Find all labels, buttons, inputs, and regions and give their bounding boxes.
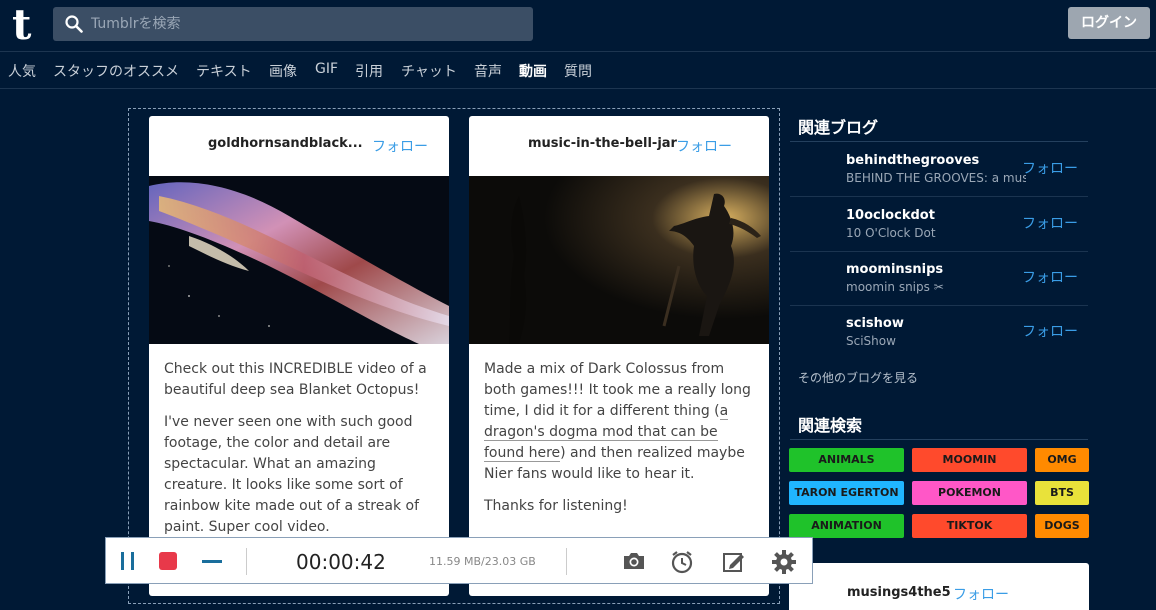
post-body: Made a mix of Dark Colossus from both ga… [484, 359, 756, 528]
post-card: music-in-the-bell-jar フォロー Made a mix of… [469, 116, 769, 596]
blog-name[interactable]: 10oclockdot [846, 208, 935, 223]
follow-button[interactable]: フォロー [1022, 321, 1078, 341]
blog-description: moomin snips ✂ [846, 280, 944, 294]
divider [790, 141, 1088, 142]
nav-item-asks[interactable]: 質問 [564, 61, 592, 81]
related-search-title: 関連検索 [798, 416, 863, 435]
tag-dogs[interactable]: DOGS [1035, 514, 1089, 538]
recording-timer: 00:00:42 [296, 550, 386, 574]
blog-description: BEHIND THE GROOVES: a music [846, 171, 1026, 185]
follow-button[interactable]: フォロー [372, 136, 428, 156]
post-paragraph: Check out this INCREDIBLE video of a bea… [164, 361, 427, 398]
camera-icon[interactable] [621, 550, 647, 576]
search-box[interactable] [53, 7, 533, 41]
nav-item-staff-picks[interactable]: スタッフのオススメ [53, 61, 179, 81]
post-card: goldhornsandblack... フォロー Check out this… [149, 116, 449, 596]
minimize-icon[interactable] [201, 551, 223, 575]
tag-pokemon[interactable]: POKEMON [912, 481, 1027, 505]
post-header: music-in-the-bell-jar フォロー [469, 116, 769, 176]
post-text: Made a mix of Dark Colossus from both ga… [484, 361, 751, 419]
nav-item-video[interactable]: 動画 [519, 61, 547, 81]
related-blog-item[interactable]: 10oclockdot 10 O'Clock Dot フォロー [790, 198, 1088, 252]
tag-moomin[interactable]: MOOMIN [912, 448, 1027, 472]
follow-button[interactable]: フォロー [1022, 158, 1078, 178]
file-size-readout: 11.59 MB/23.03 GB [429, 555, 536, 568]
category-nav: 人気 スタッフのオススメ テキスト 画像 GIF 引用 チャット 音声 動画 質… [0, 53, 1156, 89]
tag-animation[interactable]: ANIMATION [789, 514, 904, 538]
divider [790, 439, 1088, 440]
post-paragraph: Made a mix of Dark Colossus from both ga… [484, 359, 756, 485]
stop-icon[interactable] [158, 551, 178, 575]
tumblr-logo-icon[interactable]: t [12, 4, 40, 46]
blog-name[interactable]: behindthegrooves [846, 153, 979, 168]
post-body: Check out this INCREDIBLE video of a bea… [164, 359, 436, 549]
divider [246, 548, 247, 575]
octopus-video-thumbnail [149, 176, 449, 344]
blog-description: 10 O'Clock Dot [846, 226, 936, 240]
blog-name[interactable]: moominsnips [846, 262, 943, 277]
nav-item-popular[interactable]: 人気 [8, 61, 36, 81]
edit-icon[interactable] [721, 550, 747, 578]
nav-item-gif[interactable]: GIF [315, 61, 338, 77]
post-paragraph: I've never seen one with such good foota… [164, 414, 419, 535]
video-player[interactable] [469, 176, 769, 344]
nier-video-thumbnail [469, 176, 769, 344]
sidebar-post-card: musings4the5 フォロー [789, 563, 1089, 610]
login-button[interactable]: ログイン [1068, 7, 1150, 39]
related-blog-item[interactable]: moominsnips moomin snips ✂ フォロー [790, 252, 1088, 306]
nav-item-text[interactable]: テキスト [196, 61, 252, 81]
follow-button[interactable]: フォロー [676, 136, 732, 156]
related-blogs-title: 関連ブログ [798, 118, 879, 137]
search-input[interactable] [91, 7, 521, 41]
follow-button[interactable]: フォロー [1022, 213, 1078, 233]
settings-icon[interactable] [771, 549, 797, 579]
schedule-icon[interactable] [669, 550, 695, 578]
nav-item-photos[interactable]: 画像 [269, 61, 297, 81]
blog-name[interactable]: scishow [846, 316, 904, 331]
nav-item-chat[interactable]: チャット [401, 61, 457, 81]
post-author[interactable]: goldhornsandblack... [208, 136, 363, 151]
tag-tiktok[interactable]: TIKTOK [912, 514, 1027, 538]
top-bar: t ログイン [0, 0, 1156, 52]
screen-recorder-toolbar: 00:00:42 11.59 MB/23.03 GB [105, 537, 813, 584]
nav-item-quotes[interactable]: 引用 [355, 61, 383, 81]
follow-button[interactable]: フォロー [953, 584, 1009, 604]
more-blogs-link[interactable]: その他のブログを見る [798, 369, 918, 386]
pause-icon[interactable] [118, 551, 138, 575]
related-blog-item[interactable]: scishow SciShow フォロー [790, 306, 1088, 360]
follow-button[interactable]: フォロー [1022, 267, 1078, 287]
tag-omg[interactable]: OMG [1035, 448, 1089, 472]
post-header: goldhornsandblack... フォロー [149, 116, 449, 176]
search-icon [65, 15, 83, 33]
related-blog-item[interactable]: behindthegrooves BEHIND THE GROOVES: a m… [790, 143, 1088, 197]
tag-bts[interactable]: BTS [1035, 481, 1089, 505]
post-author[interactable]: music-in-the-bell-jar [528, 136, 677, 151]
video-player[interactable] [149, 176, 449, 344]
blog-description: SciShow [846, 334, 896, 348]
tag-taron-egerton[interactable]: TARON EGERTON [789, 481, 904, 505]
post-author[interactable]: musings4the5 [847, 585, 951, 600]
nav-item-audio[interactable]: 音声 [474, 61, 502, 81]
tag-animals[interactable]: ANIMALS [789, 448, 904, 472]
divider [566, 548, 567, 575]
post-paragraph: Thanks for listening! [484, 498, 628, 514]
